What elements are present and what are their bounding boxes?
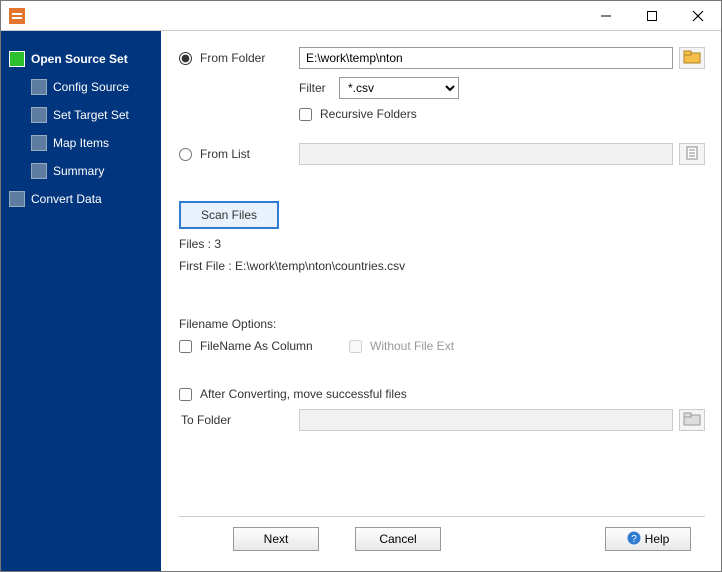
- without-file-ext-checkbox: Without File Ext: [349, 339, 454, 353]
- after-converting-label: After Converting, move successful files: [200, 387, 407, 401]
- filter-select[interactable]: *.csv: [339, 77, 459, 99]
- recursive-folders-label: Recursive Folders: [320, 107, 417, 121]
- sidebar-item-label: Map Items: [53, 136, 109, 150]
- from-list-label: From List: [200, 147, 250, 161]
- help-label: Help: [645, 532, 670, 546]
- recursive-folders-input[interactable]: [299, 108, 312, 121]
- from-list-radio-input[interactable]: [179, 148, 192, 161]
- list-path-input: [299, 143, 673, 165]
- svg-text:?: ?: [631, 534, 637, 545]
- main-panel: From Folder Filter *.csv: [161, 31, 721, 571]
- sidebar-item-map-items[interactable]: Map Items: [31, 135, 157, 151]
- first-file-label: First File : E:\work\temp\nton\countries…: [179, 259, 405, 273]
- help-icon: ?: [627, 531, 641, 548]
- from-folder-radio[interactable]: From Folder: [179, 51, 299, 65]
- folder-icon: [684, 50, 700, 67]
- next-button[interactable]: Next: [233, 527, 319, 551]
- files-count-label: Files : 3: [179, 237, 221, 251]
- filename-as-column-label: FileName As Column: [200, 339, 313, 353]
- titlebar: [1, 1, 721, 31]
- browse-list-button[interactable]: [679, 143, 705, 165]
- sidebar-item-label: Set Target Set: [53, 108, 129, 122]
- sidebar-item-set-target-set[interactable]: Set Target Set: [31, 107, 157, 123]
- filter-label: Filter: [299, 81, 339, 95]
- folder-icon: [684, 412, 700, 429]
- sidebar-item-config-source[interactable]: Config Source: [31, 79, 157, 95]
- app-icon: [9, 8, 25, 24]
- recursive-folders-checkbox[interactable]: Recursive Folders: [299, 107, 417, 121]
- filename-as-column-input[interactable]: [179, 340, 192, 353]
- app-window: Open Source Set Config Source Set Target…: [0, 0, 722, 572]
- browse-to-folder-button[interactable]: [679, 409, 705, 431]
- help-button[interactable]: ? Help: [605, 527, 691, 551]
- sidebar-item-open-source-set[interactable]: Open Source Set: [9, 51, 157, 67]
- from-folder-radio-input[interactable]: [179, 52, 192, 65]
- after-converting-checkbox[interactable]: After Converting, move successful files: [179, 387, 407, 401]
- cancel-button[interactable]: Cancel: [355, 527, 441, 551]
- sidebar-item-label: Open Source Set: [31, 52, 128, 66]
- folder-path-input[interactable]: [299, 47, 673, 69]
- step-marker-icon: [9, 191, 25, 207]
- scan-files-button[interactable]: Scan Files: [179, 201, 279, 229]
- wizard-sidebar: Open Source Set Config Source Set Target…: [1, 31, 161, 571]
- footer-bar: Next Cancel ? Help: [179, 516, 705, 561]
- maximize-button[interactable]: [629, 1, 675, 31]
- file-icon: [685, 146, 699, 163]
- sidebar-item-label: Convert Data: [31, 192, 102, 206]
- sidebar-item-label: Config Source: [53, 80, 129, 94]
- from-folder-label: From Folder: [200, 51, 265, 65]
- after-converting-input[interactable]: [179, 388, 192, 401]
- sidebar-item-label: Summary: [53, 164, 104, 178]
- step-marker-icon: [31, 107, 47, 123]
- step-marker-icon: [31, 79, 47, 95]
- step-marker-icon: [31, 135, 47, 151]
- to-folder-input: [299, 409, 673, 431]
- without-file-ext-label: Without File Ext: [370, 339, 454, 353]
- close-button[interactable]: [675, 1, 721, 31]
- filename-as-column-checkbox[interactable]: FileName As Column: [179, 339, 349, 353]
- without-file-ext-input: [349, 340, 362, 353]
- minimize-button[interactable]: [583, 1, 629, 31]
- sidebar-item-summary[interactable]: Summary: [31, 163, 157, 179]
- filename-options-heading: Filename Options:: [179, 317, 276, 331]
- step-marker-icon: [9, 51, 25, 67]
- from-list-radio[interactable]: From List: [179, 147, 299, 161]
- to-folder-label: To Folder: [179, 413, 299, 427]
- step-marker-icon: [31, 163, 47, 179]
- sidebar-item-convert-data[interactable]: Convert Data: [9, 191, 157, 207]
- browse-folder-button[interactable]: [679, 47, 705, 69]
